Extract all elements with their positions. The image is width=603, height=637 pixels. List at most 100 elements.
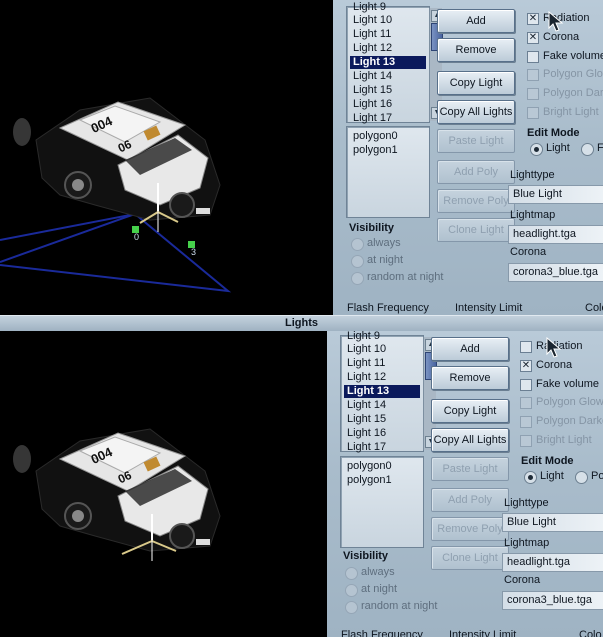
list-item[interactable]: polygon1	[344, 474, 420, 487]
flash-frequency-label: Flash Frequency	[347, 302, 429, 314]
lightmap-field[interactable]: headlight.tga	[502, 553, 603, 572]
intensity-limit-label: Intensity Limit	[455, 302, 523, 314]
remove-light-button[interactable]: Remove	[431, 366, 509, 390]
radiation-checkbox[interactable]: ✕	[527, 13, 539, 25]
lightmap-label: Lightmap	[510, 209, 556, 221]
polygon-glow-checkbox[interactable]	[527, 69, 539, 81]
polygon-list[interactable]: polygon0 polygon1	[346, 126, 430, 218]
polygon-dark-label: Polygon Darke	[536, 415, 603, 427]
remove-poly-button[interactable]: Remove Poly	[437, 189, 515, 213]
edit-mode-other-radio[interactable]	[581, 143, 594, 156]
visibility-random-radio[interactable]	[351, 272, 364, 285]
3d-viewport[interactable]: 004 06 0 3	[0, 0, 333, 315]
edit-mode-title: Edit Mode	[527, 127, 580, 139]
police-car: 004 06	[35, 97, 221, 221]
lightmap-field[interactable]: headlight.tga	[508, 225, 603, 244]
add-light-button[interactable]: Add	[431, 337, 509, 361]
visibility-title: Visibility	[349, 222, 395, 234]
list-item[interactable]: Light 17	[344, 441, 420, 454]
visibility-always-radio[interactable]	[351, 238, 364, 251]
lights-list[interactable]: Light 9 Light 10 Light 11 Light 12 Light…	[340, 331, 437, 454]
visibility-at-night-radio[interactable]	[351, 255, 364, 268]
list-item[interactable]: Light 14	[344, 399, 420, 412]
edit-mode-light-radio[interactable]	[530, 143, 543, 156]
police-car: 004 06	[35, 428, 221, 552]
edit-mode-other-label: F	[597, 142, 603, 154]
flash-frequency-label: Flash Frequency	[341, 629, 423, 637]
light-settings-panel: Light 9 Light 10 Light 11 Light 12 Light…	[333, 0, 603, 315]
bright-light-checkbox[interactable]	[520, 435, 532, 447]
remove-poly-button[interactable]: Remove Poly	[431, 517, 509, 541]
list-item[interactable]: Light 15	[344, 413, 420, 426]
polygon-dark-checkbox[interactable]	[527, 88, 539, 100]
list-item[interactable]: Light 12	[350, 42, 426, 55]
corona-texture-field[interactable]: corona3_blue.tga	[502, 591, 603, 610]
list-item[interactable]: polygon1	[350, 144, 426, 157]
list-item[interactable]: Light 16	[350, 98, 426, 111]
visibility-random-radio[interactable]	[345, 601, 358, 614]
lights-panel-top: 004 06 0 3 Light 9 Light 10 Light 11 Lig…	[0, 0, 603, 315]
corona-checkbox[interactable]: ✕	[520, 360, 532, 372]
radiation-checkbox[interactable]	[520, 341, 532, 353]
visibility-title: Visibility	[343, 550, 389, 562]
color-label: Colo	[585, 302, 603, 314]
edit-mode-light-label: Light	[540, 470, 564, 482]
lightmap-label: Lightmap	[504, 537, 550, 549]
visibility-random-label: random at night	[367, 271, 444, 283]
list-item[interactable]: Light 11	[344, 357, 420, 370]
polygon-glow-label: Polygon Glow	[536, 396, 603, 408]
lighttype-field[interactable]: Blue Light	[508, 185, 603, 204]
lights-list[interactable]: Light 9 Light 10 Light 11 Light 12 Light…	[346, 1, 443, 125]
edit-mode-other-radio[interactable]	[575, 471, 588, 484]
list-item[interactable]: Light 11	[350, 28, 426, 41]
copy-all-lights-button[interactable]: Copy All Lights	[431, 428, 509, 452]
corona-checkbox[interactable]: ✕	[527, 32, 539, 44]
clone-light-button[interactable]: Clone Light	[437, 218, 515, 242]
copy-light-button[interactable]: Copy Light	[437, 71, 515, 95]
list-item[interactable]: Light 10	[344, 343, 420, 356]
list-item[interactable]: Light 14	[350, 70, 426, 83]
remove-light-button[interactable]: Remove	[437, 38, 515, 62]
list-item[interactable]: Light 12	[344, 371, 420, 384]
lighttype-field[interactable]: Blue Light	[502, 513, 603, 532]
bright-light-label: Bright Light	[536, 434, 592, 446]
list-item[interactable]: Light 15	[350, 84, 426, 97]
visibility-always-radio[interactable]	[345, 567, 358, 580]
list-item-selected[interactable]: Light 13	[350, 56, 426, 69]
visibility-always-label: always	[361, 566, 395, 578]
edit-mode-light-radio[interactable]	[524, 471, 537, 484]
add-poly-button[interactable]: Add Poly	[431, 488, 509, 512]
add-poly-button[interactable]: Add Poly	[437, 160, 515, 184]
clone-light-button[interactable]: Clone Light	[431, 546, 509, 570]
list-item[interactable]: Light 9	[350, 1, 426, 14]
add-light-button[interactable]: Add	[437, 9, 515, 33]
list-item[interactable]: polygon0	[350, 130, 426, 143]
visibility-at-night-radio[interactable]	[345, 584, 358, 597]
visibility-at-night-label: at night	[361, 583, 398, 595]
3d-viewport[interactable]: 004 06	[0, 331, 327, 637]
intensity-limit-label: Intensity Limit	[449, 629, 517, 637]
paste-light-button[interactable]: Paste Light	[437, 129, 515, 153]
copy-all-lights-button[interactable]: Copy All Lights	[437, 100, 515, 124]
polygon-glow-checkbox[interactable]	[520, 397, 532, 409]
list-item[interactable]: Light 9	[344, 331, 420, 343]
fake-volume-checkbox[interactable]	[520, 379, 532, 391]
fake-volume-label: Fake volume	[543, 50, 603, 62]
mouse-cursor-icon	[546, 337, 562, 358]
polygon-list[interactable]: polygon0 polygon1	[340, 456, 424, 548]
list-item-selected[interactable]: Light 13	[344, 385, 420, 398]
bright-light-checkbox[interactable]	[527, 107, 539, 119]
paste-light-button[interactable]: Paste Light	[431, 457, 509, 481]
fake-volume-checkbox[interactable]	[527, 51, 539, 63]
copy-light-button[interactable]: Copy Light	[431, 399, 509, 423]
list-item[interactable]: Light 10	[350, 14, 426, 27]
bright-light-label: Bright Light	[543, 106, 599, 118]
edit-mode-title: Edit Mode	[521, 455, 574, 467]
polygon-dark-checkbox[interactable]	[520, 416, 532, 428]
lighttype-label: Lighttype	[510, 169, 555, 181]
corona-field-label: Corona	[504, 574, 541, 586]
list-item[interactable]: Light 16	[344, 427, 420, 440]
list-item[interactable]: polygon0	[344, 460, 420, 473]
list-item[interactable]: Light 17	[350, 112, 426, 125]
corona-texture-field[interactable]: corona3_blue.tga	[508, 263, 603, 282]
